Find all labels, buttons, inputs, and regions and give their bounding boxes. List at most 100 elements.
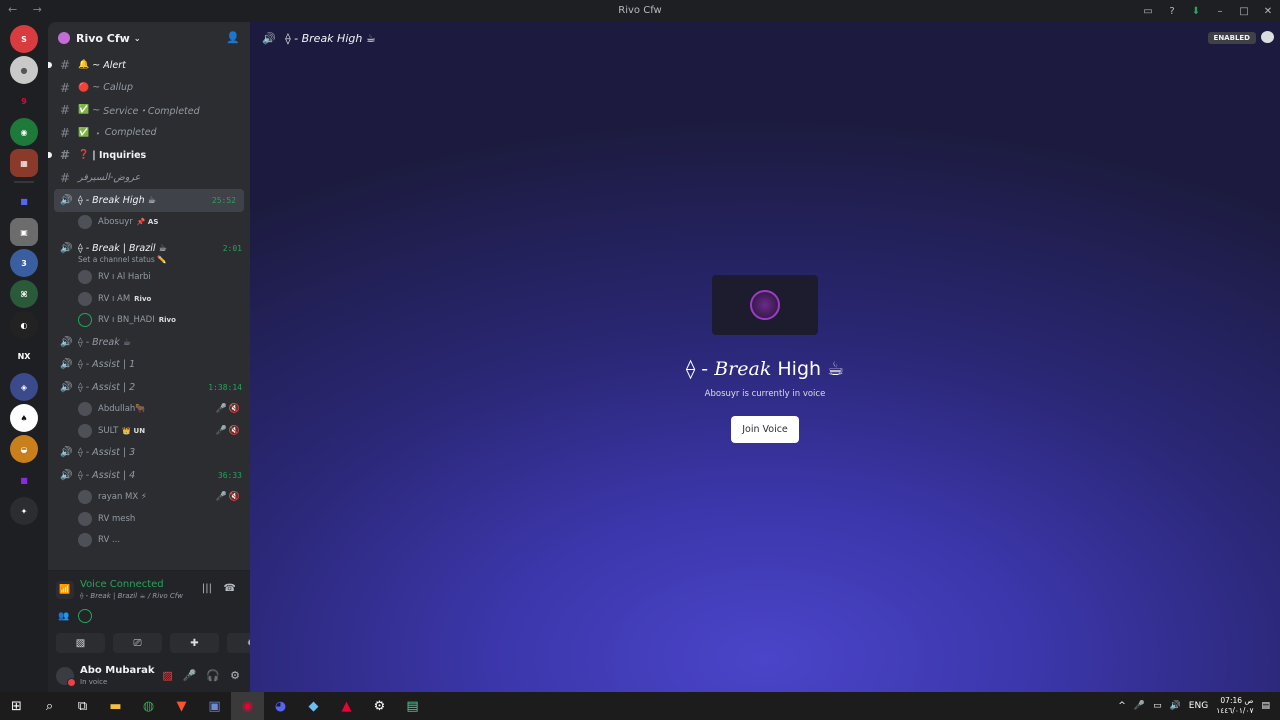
channel-list: # 🔔 ~ Alert # 🔴 ~ Callup # ✅ ~ Service・C…	[48, 54, 250, 558]
voice-member[interactable]: RV ı BN_HADI Rivo	[48, 310, 250, 332]
check-icon: ✅	[78, 127, 90, 138]
server-header[interactable]: Rivo Cfw ⌄ 👤	[48, 22, 250, 54]
server-icon[interactable]: ◉	[10, 118, 38, 146]
app-icon[interactable]: ▲	[330, 692, 363, 720]
server-icon[interactable]: ▣	[10, 218, 38, 246]
activities-button[interactable]: ✚	[170, 633, 219, 653]
microphone-icon[interactable]: 🎤	[183, 669, 197, 682]
unread-indicator	[48, 152, 52, 158]
voice-member[interactable]: RV ...	[48, 530, 250, 552]
maximize-button[interactable]: □	[1232, 0, 1256, 22]
channel-label: Inquiries	[99, 149, 147, 161]
status-badge[interactable]: ENABLED	[1207, 32, 1256, 44]
channel-prefix: ~	[92, 104, 101, 116]
headphones-icon[interactable]: 🎧	[206, 669, 220, 682]
app-icon[interactable]: ◉	[231, 692, 264, 720]
muted-icon: 🎤🔇	[215, 404, 242, 415]
channel-offers[interactable]: # عروض-السيرفر	[48, 167, 250, 190]
task-view-icon[interactable]: ⧉	[66, 692, 99, 720]
server-icon[interactable]: ■	[10, 466, 38, 494]
voice-member[interactable]: RV ı Al Harbi	[48, 267, 250, 289]
user-name[interactable]: Abo Mubarak	[80, 665, 155, 676]
channel-label: عروض-السيرفر	[78, 172, 141, 184]
gear-icon[interactable]: ⚙	[363, 692, 396, 720]
server-icon[interactable]: S	[10, 25, 38, 53]
minimize-button[interactable]: –	[1208, 0, 1232, 22]
server-icon[interactable]: 9	[10, 87, 38, 115]
download-icon[interactable]: ⬇	[1184, 0, 1208, 22]
microphone-icon[interactable]: 🎤	[1134, 701, 1145, 711]
chrome-icon[interactable]: ◍	[132, 692, 165, 720]
voice-member[interactable]: RV mesh	[48, 508, 250, 530]
server-icon[interactable]: NX	[10, 342, 38, 370]
voice-channel-assist-2[interactable]: 🔊 ⟠ - Assist | 2 1:38:14	[48, 376, 250, 399]
channel-alert[interactable]: # 🔔 ~ Alert	[48, 54, 250, 77]
voice-channel-assist-1[interactable]: 🔊 ⟠ - Assist | 1	[48, 354, 250, 377]
channel-label: ⟠ - Break | Brazil ☕	[78, 242, 168, 254]
voice-member[interactable]: Abdullah🐂 🎤🔇	[48, 399, 250, 421]
app-icon[interactable]: ▤	[396, 692, 429, 720]
clock[interactable]: 07:16 ص ١٤٤٦/٠١/٠٧	[1216, 696, 1253, 716]
channel-completed[interactable]: # ✅ ・ Completed	[48, 122, 250, 145]
voice-member[interactable]: rayan MX ⚡ 🎤🔇	[48, 487, 250, 509]
server-icon[interactable]: ◈	[10, 373, 38, 401]
brave-icon[interactable]: ▼	[165, 692, 198, 720]
inbox-icon[interactable]: ▭	[1136, 0, 1160, 22]
channel-prefix: ・	[92, 128, 102, 140]
network-icon[interactable]: ▭	[1153, 701, 1162, 711]
server-icon[interactable]: ♠	[10, 404, 38, 432]
server-icon[interactable]: ●	[10, 56, 38, 84]
avatar[interactable]	[56, 667, 76, 687]
search-icon[interactable]: ⌕	[33, 692, 66, 720]
voice-status-subtitle[interactable]: ⟠ - Break | Brazil ☕ / Rivo Cfw	[80, 592, 183, 600]
join-voice-button[interactable]: Join Voice	[731, 416, 799, 443]
file-explorer-icon[interactable]: ▬	[99, 692, 132, 720]
app-icon[interactable]: ▣	[198, 692, 231, 720]
screen-share-button[interactable]: ⎚	[113, 633, 162, 653]
language-indicator[interactable]: ENG	[1189, 701, 1208, 711]
chevron-up-icon[interactable]: ^	[1118, 701, 1126, 711]
close-button[interactable]: ✕	[1256, 0, 1280, 22]
voice-connection-panel: 📶 Voice Connected ⟠ - Break | Brazil ☕ /…	[48, 570, 250, 660]
avatar	[78, 609, 93, 623]
channel-service-completed[interactable]: # ✅ ~ Service・Completed	[48, 99, 250, 122]
voice-channel-assist-4[interactable]: 🔊 ⟠ - Assist | 4 36:33	[48, 464, 250, 487]
help-icon[interactable]: ?	[1160, 0, 1184, 22]
server-icon[interactable]: ◒	[10, 435, 38, 463]
notification-icon[interactable]: ▤	[1261, 701, 1270, 711]
server-icon[interactable]: ⌘	[10, 280, 38, 308]
camera-off-button[interactable]: ▧	[56, 633, 105, 653]
server-icon[interactable]: ✦	[10, 497, 38, 525]
voice-channel-break-high[interactable]: 🔊 ⟠ - Break High ☕ 25:52	[54, 189, 244, 212]
soundboard-button[interactable]: ✺	[227, 633, 250, 653]
volume-icon[interactable]: 🔊	[1170, 701, 1181, 711]
server-folder[interactable]: ▦	[10, 149, 38, 177]
channel-timer: 1:38:14	[208, 382, 242, 392]
voice-channel-break[interactable]: 🔊 ⟠ - Break ☕	[48, 331, 250, 354]
server-icon[interactable]: 3	[10, 249, 38, 277]
channel-inquiries[interactable]: # ❓ | Inquiries	[48, 144, 250, 167]
gear-icon[interactable]: ⚙	[230, 669, 240, 682]
steam-icon[interactable]: ◆	[297, 692, 330, 720]
noise-suppression-icon[interactable]: |||	[202, 583, 212, 594]
server-icon[interactable]: ◐	[10, 311, 38, 339]
member-tag: Rivo	[158, 316, 176, 325]
discord-icon[interactable]: ◕	[264, 692, 297, 720]
voice-member[interactable]: SULT 👑 UN 🎤🔇	[48, 420, 250, 442]
voice-member[interactable]: RV ı AM Rivo	[48, 288, 250, 310]
invite-icon[interactable]: 👤	[226, 31, 240, 44]
disconnect-icon[interactable]: ☎	[224, 583, 236, 594]
chat-icon[interactable]	[1261, 31, 1274, 43]
member-tag: Rivo	[134, 294, 152, 303]
voice-channel-break-brazil[interactable]: 🔊 ⟠ - Break | Brazil ☕ 2:01	[48, 237, 250, 260]
deafen-icon[interactable]: ▨	[162, 669, 172, 682]
window-controls: ▭ ? ⬇ – □ ✕	[1136, 0, 1280, 22]
server-icon[interactable]: ■	[10, 187, 38, 215]
channel-header: 🔊 ⟠ - Break High ☕	[262, 32, 376, 45]
signal-icon[interactable]: 📶	[56, 581, 74, 599]
voice-channel-assist-3[interactable]: 🔊 ⟠ - Assist | 3	[48, 442, 250, 465]
windows-start-icon[interactable]: ⊞	[0, 692, 33, 720]
channel-callup[interactable]: # 🔴 ~ Callup	[48, 77, 250, 100]
voice-member[interactable]: Abosuyr 📌 AS	[48, 212, 250, 234]
member-name: RV ı BN_HADI	[98, 315, 155, 326]
